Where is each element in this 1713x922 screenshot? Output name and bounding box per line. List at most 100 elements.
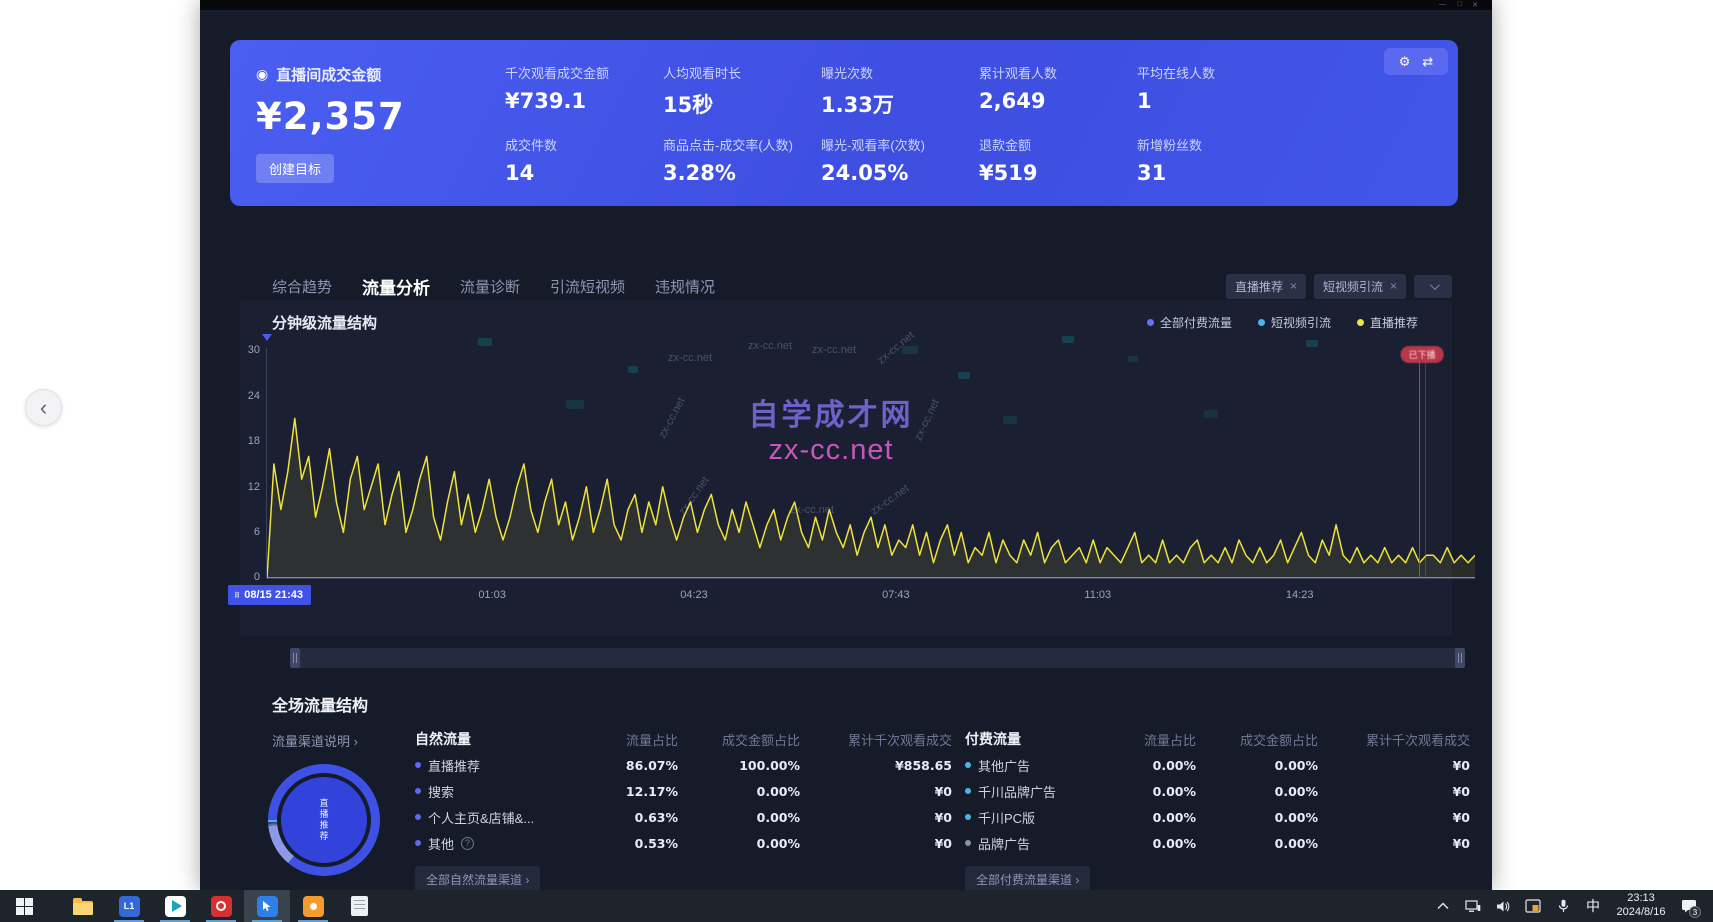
close-icon[interactable]: ✕ xyxy=(1472,1,1478,9)
drag-handle-icon: ⠿ xyxy=(234,591,239,600)
minimize-icon[interactable]: — xyxy=(1439,1,1446,8)
ime-indicator[interactable]: 中 xyxy=(1580,890,1606,922)
col-header: 累计千次观看成交 xyxy=(800,730,952,749)
taskbar-app-notepad[interactable] xyxy=(336,890,382,922)
help-icon[interactable]: ? xyxy=(461,837,474,850)
maximize-icon[interactable]: □ xyxy=(1458,1,1462,8)
filter-dropdown[interactable] xyxy=(1414,275,1452,298)
screenshot-tool-icon[interactable] xyxy=(1520,890,1546,922)
taskbar: L1 中 xyxy=(0,890,1713,922)
taskbar-app-browser[interactable] xyxy=(198,890,244,922)
table-row-name[interactable]: 千川品牌广告 xyxy=(965,782,1104,801)
cell-traffic-share: 12.17% xyxy=(586,784,678,799)
all-paid-channels-link[interactable]: 全部付费流量渠道 › xyxy=(965,866,1090,893)
cell-traffic-share: 86.07% xyxy=(586,758,678,773)
all-natural-channels-link[interactable]: 全部自然流量渠道 › xyxy=(415,866,540,893)
chevron-right-icon: › xyxy=(354,734,358,749)
chevron-left-icon: ‹ xyxy=(40,397,47,419)
page-back-button[interactable]: ‹ xyxy=(25,389,62,426)
taskbar-app-meeting[interactable] xyxy=(152,890,198,922)
create-goal-button[interactable]: 创建目标 xyxy=(256,154,334,183)
taskbar-app-l1[interactable]: L1 xyxy=(106,890,152,922)
brush-handle-left[interactable] xyxy=(290,648,300,668)
table-row-name[interactable]: 个人主页&店铺&... xyxy=(415,808,586,827)
cell-gmv-share: 0.00% xyxy=(678,784,800,799)
tab-violations[interactable]: 违规情况 xyxy=(655,276,715,297)
cell-gmv-per-k: ¥0 xyxy=(1318,810,1470,825)
channel-explain-link[interactable]: 流量渠道说明 › xyxy=(272,731,358,750)
col-header: 成交金额占比 xyxy=(678,730,800,749)
table-row-name[interactable]: 搜索 xyxy=(415,782,586,801)
metric-cell: 平均在线人数1 xyxy=(1137,63,1295,121)
legend-dot xyxy=(1147,319,1154,326)
tray-expand-chevron-icon[interactable] xyxy=(1430,890,1456,922)
network-icon[interactable] xyxy=(1460,890,1486,922)
series-dot xyxy=(965,788,971,794)
system-tray: 中 23:13 2024/8/16 3 xyxy=(1430,890,1713,922)
taskbar-app-capture[interactable] xyxy=(290,890,336,922)
metric-label: 人均观看时长 xyxy=(663,63,821,82)
close-icon[interactable]: × xyxy=(1390,279,1397,293)
metric-value: ¥519 xyxy=(979,161,1137,185)
series-dot xyxy=(415,762,421,768)
taskbar-clock[interactable]: 23:13 2024/8/16 xyxy=(1610,892,1672,920)
legend-item-live-recommend[interactable]: 直播推荐 xyxy=(1357,314,1418,331)
metric-label: 千次观看成交金额 xyxy=(505,63,663,82)
start-button[interactable] xyxy=(0,890,48,922)
metric-label: 曝光次数 xyxy=(821,63,979,82)
table-title: 自然流量 xyxy=(415,729,586,749)
table-row-name[interactable]: 千川PC版 xyxy=(965,808,1104,827)
legend-dot xyxy=(1357,319,1364,326)
table-row-name[interactable]: 其他广告 xyxy=(965,756,1104,775)
brush-handle-right[interactable] xyxy=(1455,648,1465,668)
gear-icon[interactable]: ⚙ xyxy=(1399,54,1411,70)
chart-title: 分钟级流量结构 xyxy=(272,312,377,333)
filter-chip-live-recommend[interactable]: 直播推荐 × xyxy=(1226,274,1306,299)
notepad-icon xyxy=(351,896,368,916)
legend-item-paid[interactable]: 全部付费流量 xyxy=(1147,314,1232,331)
cell-gmv-per-k: ¥858.65 xyxy=(800,758,952,773)
table-row-name[interactable]: 直播推荐 xyxy=(415,756,586,775)
chip-label: 直播推荐 xyxy=(1235,278,1283,295)
x-tick: 07:43 xyxy=(882,589,910,601)
tab-overall-trend[interactable]: 综合趋势 xyxy=(272,276,332,297)
time-start-badge[interactable]: ⠿ 08/15 21:43 xyxy=(228,585,311,605)
taskbar-app-explorer[interactable] xyxy=(60,890,106,922)
tab-short-video[interactable]: 引流短视频 xyxy=(550,276,625,297)
close-icon[interactable]: × xyxy=(1290,279,1297,293)
stream-end-badge[interactable]: 已下播 xyxy=(1401,346,1444,363)
taskbar-app-remote[interactable] xyxy=(244,890,290,922)
chart-range-brush[interactable] xyxy=(290,648,1465,668)
filter-chips: 直播推荐 × 短视频引流 × xyxy=(1226,274,1452,299)
folder-icon xyxy=(73,901,93,915)
traffic-donut-ring[interactable]: 直播推荐 xyxy=(268,764,380,876)
tab-traffic-analysis[interactable]: 流量分析 xyxy=(362,274,430,299)
primary-kpi-label: 直播间成交金额 xyxy=(276,64,381,85)
series-dot xyxy=(415,788,421,794)
table-row-name[interactable]: 品牌广告 xyxy=(965,834,1104,853)
cell-traffic-share: 0.00% xyxy=(1104,758,1196,773)
cell-traffic-share: 0.63% xyxy=(586,810,678,825)
table-row-name[interactable]: 其他? xyxy=(415,834,586,853)
swap-icon[interactable]: ⇄ xyxy=(1422,54,1433,70)
cell-gmv-per-k: ¥0 xyxy=(1318,784,1470,799)
filter-chip-short-video[interactable]: 短视频引流 × xyxy=(1314,274,1406,299)
traffic-structure-title: 全场流量结构 xyxy=(272,692,368,716)
red-o-app-icon xyxy=(211,896,232,917)
col-header: 成交金额占比 xyxy=(1196,730,1318,749)
tab-traffic-diagnosis[interactable]: 流量诊断 xyxy=(460,276,520,297)
notification-center-icon[interactable]: 3 xyxy=(1676,890,1702,922)
microphone-icon[interactable] xyxy=(1550,890,1576,922)
y-tick: 24 xyxy=(230,390,260,402)
y-tick: 0 xyxy=(230,571,260,583)
analysis-tabs: 综合趋势 流量分析 流量诊断 引流短视频 违规情况 直播推荐 × 短视频引流 × xyxy=(272,268,1452,304)
metric-value: 31 xyxy=(1137,161,1295,185)
col-header: 流量占比 xyxy=(586,730,678,749)
clock-date: 2024/8/16 xyxy=(1610,906,1672,920)
artifact-speck xyxy=(1306,340,1318,347)
metric-value: 1 xyxy=(1137,89,1295,113)
speaker-icon[interactable] xyxy=(1490,890,1516,922)
flow-line-svg xyxy=(267,350,1475,578)
legend-item-short-video[interactable]: 短视频引流 xyxy=(1258,314,1331,331)
orange-app-icon xyxy=(303,896,324,917)
